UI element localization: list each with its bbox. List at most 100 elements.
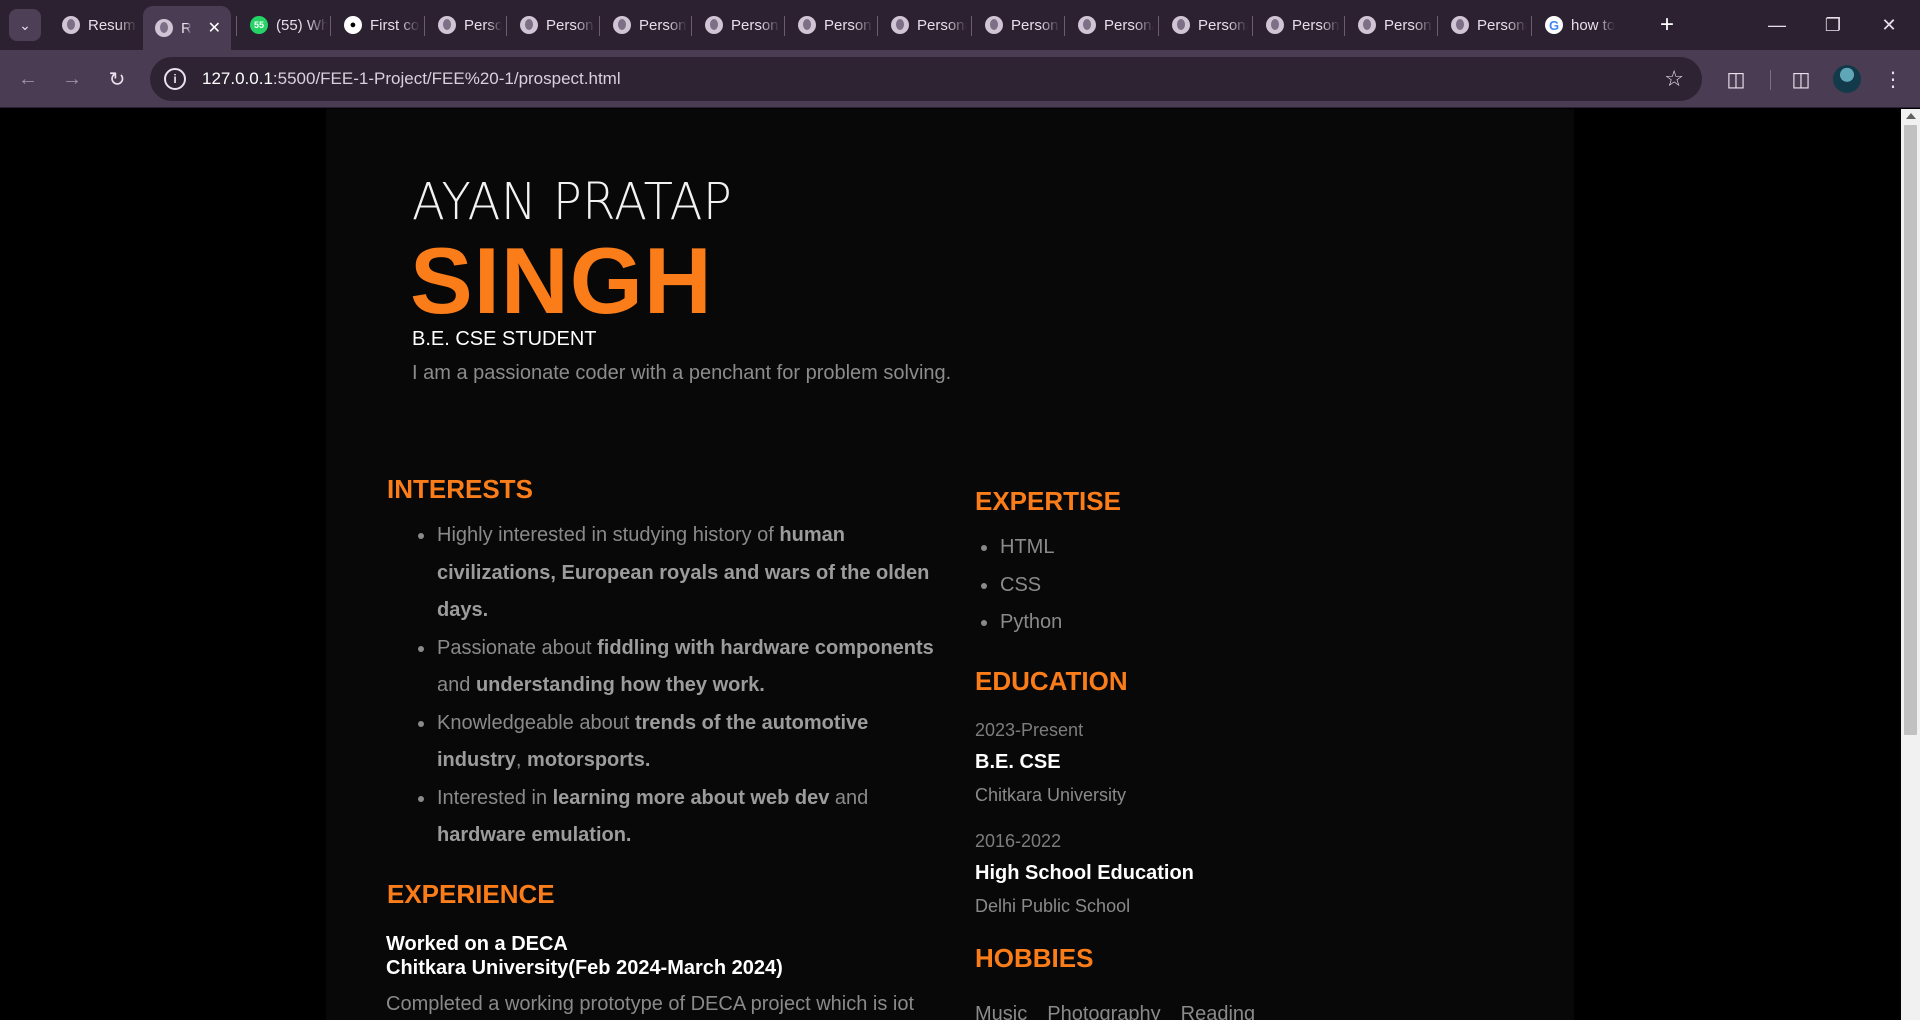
side-panel-button[interactable]: ◫ [1785, 63, 1817, 95]
experience-heading: EXPERIENCE [387, 879, 555, 909]
browser-tab[interactable]: Personal [508, 8, 595, 42]
tab-title: Resume [88, 16, 137, 34]
interest-text: and [437, 674, 476, 696]
last-name: SINGH [410, 228, 713, 333]
interest-item: Highly interested in studying history of… [412, 517, 952, 630]
browser-tab[interactable]: Personal [1439, 8, 1527, 42]
globe-icon [1172, 16, 1190, 34]
interest-item: Interested in learning more about web de… [412, 780, 952, 855]
browser-tab[interactable]: Personal [426, 8, 502, 42]
tab-title: Personal [1292, 16, 1340, 34]
tab-search-button[interactable]: ⌄ [9, 9, 41, 41]
browser-tab[interactable]: Ghow to [1533, 8, 1625, 42]
tab-separator [599, 16, 600, 36]
tab-separator [784, 16, 785, 36]
interests-heading: INTERESTS [387, 474, 533, 504]
browser-tab[interactable]: Personal [693, 8, 780, 42]
forward-button[interactable]: → [56, 63, 88, 95]
tagline: I am a passionate coder with a penchant … [412, 362, 952, 384]
tab-separator [506, 16, 507, 36]
browser-tab[interactable]: Personal [601, 8, 687, 42]
education-degree: High School Education [975, 862, 1194, 884]
education-heading: EDUCATION [975, 666, 1128, 696]
browser-tab[interactable]: ● First contribution [332, 8, 420, 42]
vertical-scrollbar[interactable] [1901, 109, 1920, 1020]
extensions-button[interactable]: ◫ [1720, 63, 1752, 95]
globe-icon [155, 19, 173, 37]
experience-project: Worked on a DECA [386, 933, 568, 955]
tab-title: Personal [1104, 16, 1154, 34]
tab-separator [1064, 16, 1065, 36]
minimize-button[interactable]: — [1750, 8, 1804, 42]
education-degree: B.E. CSE [975, 751, 1061, 773]
expertise-item: CSS [975, 567, 1275, 605]
tab-title: Personal [464, 16, 502, 34]
browser-tab[interactable]: Personal [1346, 8, 1433, 42]
puzzle-icon: ◫ [1726, 68, 1746, 91]
new-tab-button[interactable]: + [1652, 10, 1682, 40]
bookmark-star-icon[interactable]: ☆ [1664, 66, 1684, 92]
interest-highlight: learning more about web dev [552, 786, 830, 809]
url-text[interactable]: 127.0.0.1:5500/FEE-1-Project/FEE%20-1/pr… [202, 69, 621, 89]
interest-text: Passionate about [437, 636, 598, 659]
tab-title: how to [1571, 16, 1616, 34]
browser-tab[interactable]: Personal [786, 8, 873, 42]
interest-highlight: hardware emulation. [437, 824, 632, 846]
education-school: Chitkara University [975, 785, 1127, 805]
scrollbar-thumb[interactable] [1904, 125, 1917, 735]
close-window-button[interactable]: ✕ [1862, 8, 1916, 42]
globe-icon [438, 16, 456, 34]
hobby-item: Photography [1047, 1003, 1161, 1020]
minimize-icon: — [1768, 14, 1786, 35]
site-info-icon[interactable]: i [164, 68, 186, 90]
back-button[interactable]: ← [12, 63, 44, 95]
browser-toolbar: ← → ↻ i 127.0.0.1:5500/FEE-1-Project/FEE… [0, 50, 1920, 108]
browser-tab[interactable]: Resume [50, 8, 137, 42]
education-years: 2023-Present [975, 720, 1084, 740]
globe-icon [798, 16, 816, 34]
interests-list: Highly interested in studying history of… [412, 517, 952, 855]
browser-tab[interactable]: Personal [879, 8, 967, 42]
chevron-down-icon: ⌄ [19, 16, 31, 33]
globe-icon [1078, 16, 1096, 34]
hobbies-list: Music Photography Reading [975, 1003, 1255, 1020]
interest-text: Interested in [437, 786, 553, 809]
hobby-item: Reading [1180, 1003, 1256, 1020]
tab-title: Personal [1384, 16, 1433, 34]
tab-separator [236, 16, 237, 36]
browser-tab[interactable]: Personal [973, 8, 1060, 42]
close-tab-icon[interactable]: ✕ [208, 18, 221, 38]
expertise-list: HTML CSS Python [975, 529, 1275, 642]
tab-separator [877, 16, 878, 36]
tab-title: Personal [917, 16, 967, 34]
interest-highlight: fiddling with hardware components [597, 636, 934, 659]
restore-button[interactable]: ❐ [1806, 8, 1860, 42]
browser-tab[interactable]: Personal [1066, 8, 1154, 42]
tab-separator [1437, 16, 1438, 36]
interest-highlight: motorsports. [527, 749, 651, 771]
scroll-up-arrow-icon[interactable] [1906, 113, 1916, 119]
browser-tab[interactable]: Personal [1160, 8, 1248, 42]
github-icon: ● [344, 16, 362, 34]
education-school: Delhi Public School [975, 896, 1131, 916]
address-bar[interactable]: i 127.0.0.1:5500/FEE-1-Project/FEE%20-1/… [150, 57, 1702, 101]
close-icon: ✕ [1881, 14, 1897, 35]
browser-tab[interactable]: Personal [1254, 8, 1340, 42]
reload-button[interactable]: ↻ [101, 63, 133, 95]
tab-title: Personal [824, 16, 873, 34]
profile-avatar[interactable] [1833, 65, 1861, 93]
tab-separator [1252, 16, 1253, 36]
globe-icon [1358, 16, 1376, 34]
browser-tab[interactable]: 55 (55) WhatsApp [238, 8, 328, 42]
globe-icon [613, 16, 631, 34]
tab-title: Personal [639, 16, 687, 34]
education-years: 2016-2022 [975, 831, 1062, 851]
browser-menu-button[interactable]: ⋮ [1877, 63, 1909, 95]
expertise-item: HTML [975, 529, 1275, 567]
browser-tab[interactable]: Resume ✕ [143, 6, 231, 50]
google-icon: G [1545, 16, 1563, 34]
experience-job-title: Worked on a DECA Chitkara University(Feb… [386, 932, 783, 980]
tab-separator [1344, 16, 1345, 36]
globe-icon [520, 16, 538, 34]
arrow-right-icon: → [62, 67, 82, 90]
